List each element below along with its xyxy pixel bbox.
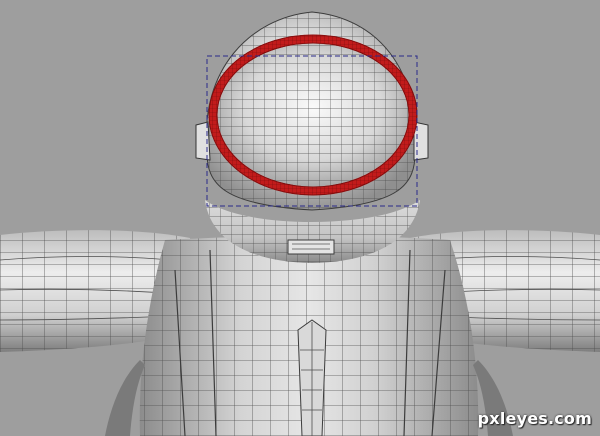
- collar-buckle: [287, 239, 335, 255]
- watermark-text: pxleyes.com: [477, 409, 592, 428]
- torso-mesh[interactable]: [105, 236, 513, 436]
- 3d-viewport[interactable]: pxleyes.com: [0, 0, 600, 436]
- wireframe-scene[interactable]: [0, 0, 600, 436]
- helmet-left-ear-pad: [195, 121, 211, 161]
